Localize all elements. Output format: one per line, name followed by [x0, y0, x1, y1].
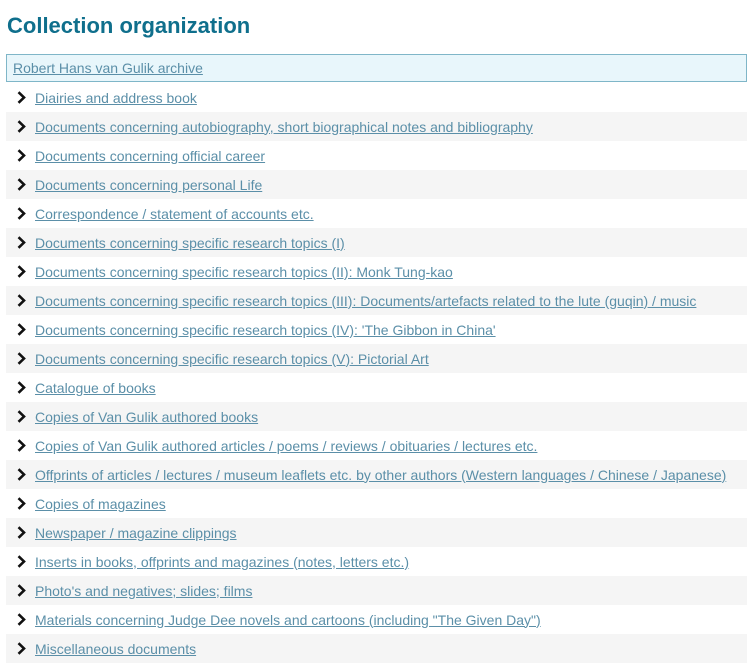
tree-root: Robert Hans van Gulik archive	[6, 54, 747, 82]
tree-item: Catalogue of books	[6, 373, 747, 402]
tree-item: Documents concerning specific research t…	[6, 344, 747, 373]
tree-item-link[interactable]: Miscellaneous documents	[35, 641, 196, 657]
tree-item: Documents concerning official career	[6, 141, 747, 170]
tree-item-link[interactable]: Photo's and negatives; slides; films	[35, 583, 252, 599]
tree-item-link[interactable]: Copies of magazines	[35, 496, 166, 512]
chevron-right-icon[interactable]	[16, 265, 26, 279]
tree-item-link[interactable]: Documents concerning autobiography, shor…	[35, 119, 533, 135]
chevron-right-icon[interactable]	[16, 439, 26, 453]
chevron-right-icon[interactable]	[16, 410, 26, 424]
chevron-right-icon[interactable]	[16, 294, 26, 308]
tree-item-link[interactable]: Documents concerning specific research t…	[35, 264, 453, 280]
chevron-right-icon[interactable]	[16, 323, 26, 337]
tree-item-link[interactable]: Inserts in books, offprints and magazine…	[35, 554, 409, 570]
tree-item: Documents concerning specific research t…	[6, 286, 747, 315]
chevron-right-icon[interactable]	[16, 613, 26, 627]
chevron-right-icon[interactable]	[16, 91, 26, 105]
chevron-right-icon[interactable]	[16, 555, 26, 569]
tree-item: Copies of magazines	[6, 489, 747, 518]
chevron-right-icon[interactable]	[16, 584, 26, 598]
tree-item: Copies of Van Gulik authored books	[6, 402, 747, 431]
tree-item-link[interactable]: Documents concerning specific research t…	[35, 235, 345, 251]
tree-item: Documents concerning personal Life	[6, 170, 747, 199]
tree-item: Copies of Van Gulik authored articles / …	[6, 431, 747, 460]
tree-root-link[interactable]: Robert Hans van Gulik archive	[13, 60, 203, 76]
tree-item-link[interactable]: Newspaper / magazine clippings	[35, 525, 237, 541]
chevron-right-icon[interactable]	[16, 468, 26, 482]
tree-item: Correspondence / statement of accounts e…	[6, 199, 747, 228]
tree-item-link[interactable]: Documents concerning specific research t…	[35, 322, 496, 338]
tree-item: Documents concerning specific research t…	[6, 257, 747, 286]
tree-item-link[interactable]: Offprints of articles / lectures / museu…	[35, 467, 726, 483]
chevron-right-icon[interactable]	[16, 207, 26, 221]
tree-item-link[interactable]: Correspondence / statement of accounts e…	[35, 206, 314, 222]
tree-item-link[interactable]: Documents concerning specific research t…	[35, 351, 429, 367]
tree-item: Documents concerning specific research t…	[6, 315, 747, 344]
tree-item-link[interactable]: Copies of Van Gulik authored books	[35, 409, 258, 425]
tree-item-link[interactable]: Documents concerning official career	[35, 148, 265, 164]
tree-item: Inserts in books, offprints and magazine…	[6, 547, 747, 576]
chevron-right-icon[interactable]	[16, 120, 26, 134]
tree-item-link[interactable]: Copies of Van Gulik authored articles / …	[35, 438, 537, 454]
chevron-right-icon[interactable]	[16, 642, 26, 656]
tree-item: Offprints of articles / lectures / museu…	[6, 460, 747, 489]
tree-item: Diairies and address book	[6, 83, 747, 112]
chevron-right-icon[interactable]	[16, 497, 26, 511]
tree-item-link[interactable]: Documents concerning specific research t…	[35, 293, 696, 309]
chevron-right-icon[interactable]	[16, 526, 26, 540]
tree-item: Miscellaneous documents	[6, 634, 747, 663]
tree-item: Documents concerning specific research t…	[6, 228, 747, 257]
tree-item: Photo's and negatives; slides; films	[6, 576, 747, 605]
tree-items: Diairies and address book Documents conce…	[6, 83, 747, 663]
chevron-right-icon[interactable]	[16, 178, 26, 192]
tree-item-link[interactable]: Diairies and address book	[35, 90, 197, 106]
page-title: Collection organization	[7, 13, 251, 38]
tree-item: Newspaper / magazine clippings	[6, 518, 747, 547]
chevron-right-icon[interactable]	[16, 381, 26, 395]
page: Collection organization Robert Hans van …	[0, 0, 747, 672]
tree-item: Documents concerning autobiography, shor…	[6, 112, 747, 141]
tree-item-link[interactable]: Documents concerning personal Life	[35, 177, 262, 193]
chevron-right-icon[interactable]	[16, 149, 26, 163]
chevron-right-icon[interactable]	[16, 236, 26, 250]
tree-item-link[interactable]: Catalogue of books	[35, 380, 156, 396]
tree-item: Materials concerning Judge Dee novels an…	[6, 605, 747, 634]
tree-item-link[interactable]: Materials concerning Judge Dee novels an…	[35, 612, 541, 628]
collection-tree: Robert Hans van Gulik archive Diairies a…	[6, 54, 747, 663]
chevron-right-icon[interactable]	[16, 352, 26, 366]
